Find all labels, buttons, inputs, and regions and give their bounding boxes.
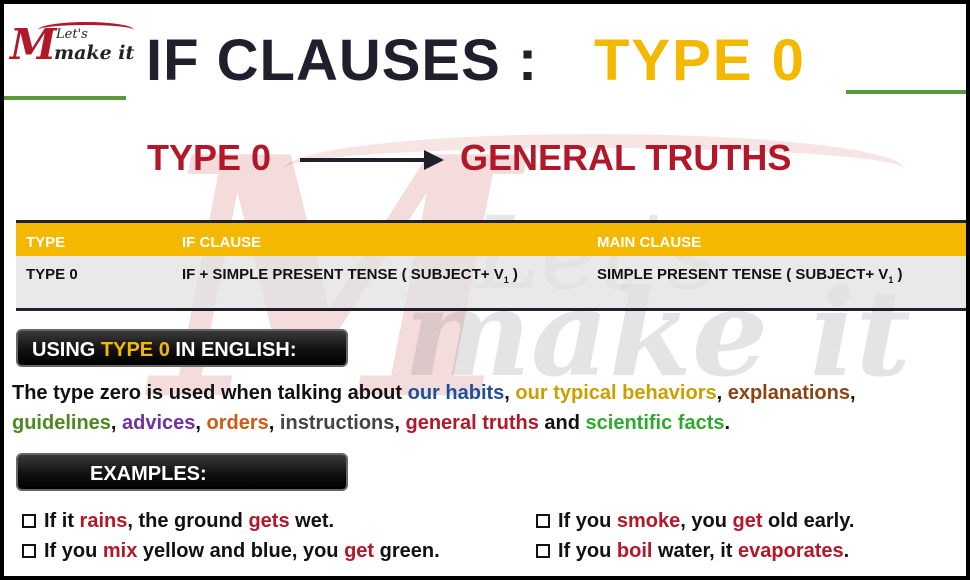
column-header-main-clause: MAIN CLAUSE [597, 234, 702, 251]
column-header-if-clause: IF CLAUSE [182, 234, 262, 251]
logo-lets: Let's [56, 27, 88, 42]
using-section-highlight: TYPE 0 [100, 339, 170, 361]
checkbox-icon [536, 514, 550, 528]
cell-type: TYPE 0 [26, 266, 78, 283]
using-section-heading: USING TYPE 0 IN ENGLISH: [16, 329, 348, 367]
usage-paragraph: The type zero is used when talking about… [12, 382, 856, 434]
table-header-row: TYPE IF CLAUSE MAIN CLAUSE [16, 220, 966, 256]
checkbox-icon [536, 544, 550, 558]
subheading-type: TYPE 0 [147, 137, 272, 178]
example-item: If it rains, the ground gets wet. [22, 511, 334, 531]
example-item: If you mix yellow and blue, you get gree… [22, 541, 440, 561]
header-rule-left [4, 96, 126, 100]
column-header-type: TYPE [26, 234, 66, 251]
example-item: If you boil water, it evaporates. [536, 541, 849, 561]
example-item: If you smoke, you get old early. [536, 511, 854, 531]
structure-table: TYPE IF CLAUSE MAIN CLAUSE TYPE 0 IF + S… [16, 220, 966, 311]
infographic: M Let's make it M Let's make it IF CLAUS… [4, 4, 966, 576]
checkbox-icon [22, 514, 36, 528]
header-rule-right [846, 90, 966, 94]
table-row: TYPE 0 IF + SIMPLE PRESENT TENSE ( SUBJE… [16, 256, 966, 311]
logo-make-it: make it [54, 42, 135, 64]
cell-if-clause: IF + SIMPLE PRESENT TENSE ( SUBJECT+ V1 … [182, 266, 518, 285]
logo: M Let's make it [8, 22, 136, 78]
examples-section-heading: EXAMPLES: [16, 453, 348, 491]
page-title: IF CLAUSES : [146, 28, 539, 93]
right-arrow-icon [300, 148, 446, 172]
logo-m: M [10, 20, 57, 69]
page-title-type: TYPE 0 [594, 28, 806, 93]
subheading-general-truths: GENERAL TRUTHS [460, 137, 792, 178]
cell-main-clause: SIMPLE PRESENT TENSE ( SUBJECT+ V1 ) [597, 266, 903, 285]
checkbox-icon [22, 544, 36, 558]
